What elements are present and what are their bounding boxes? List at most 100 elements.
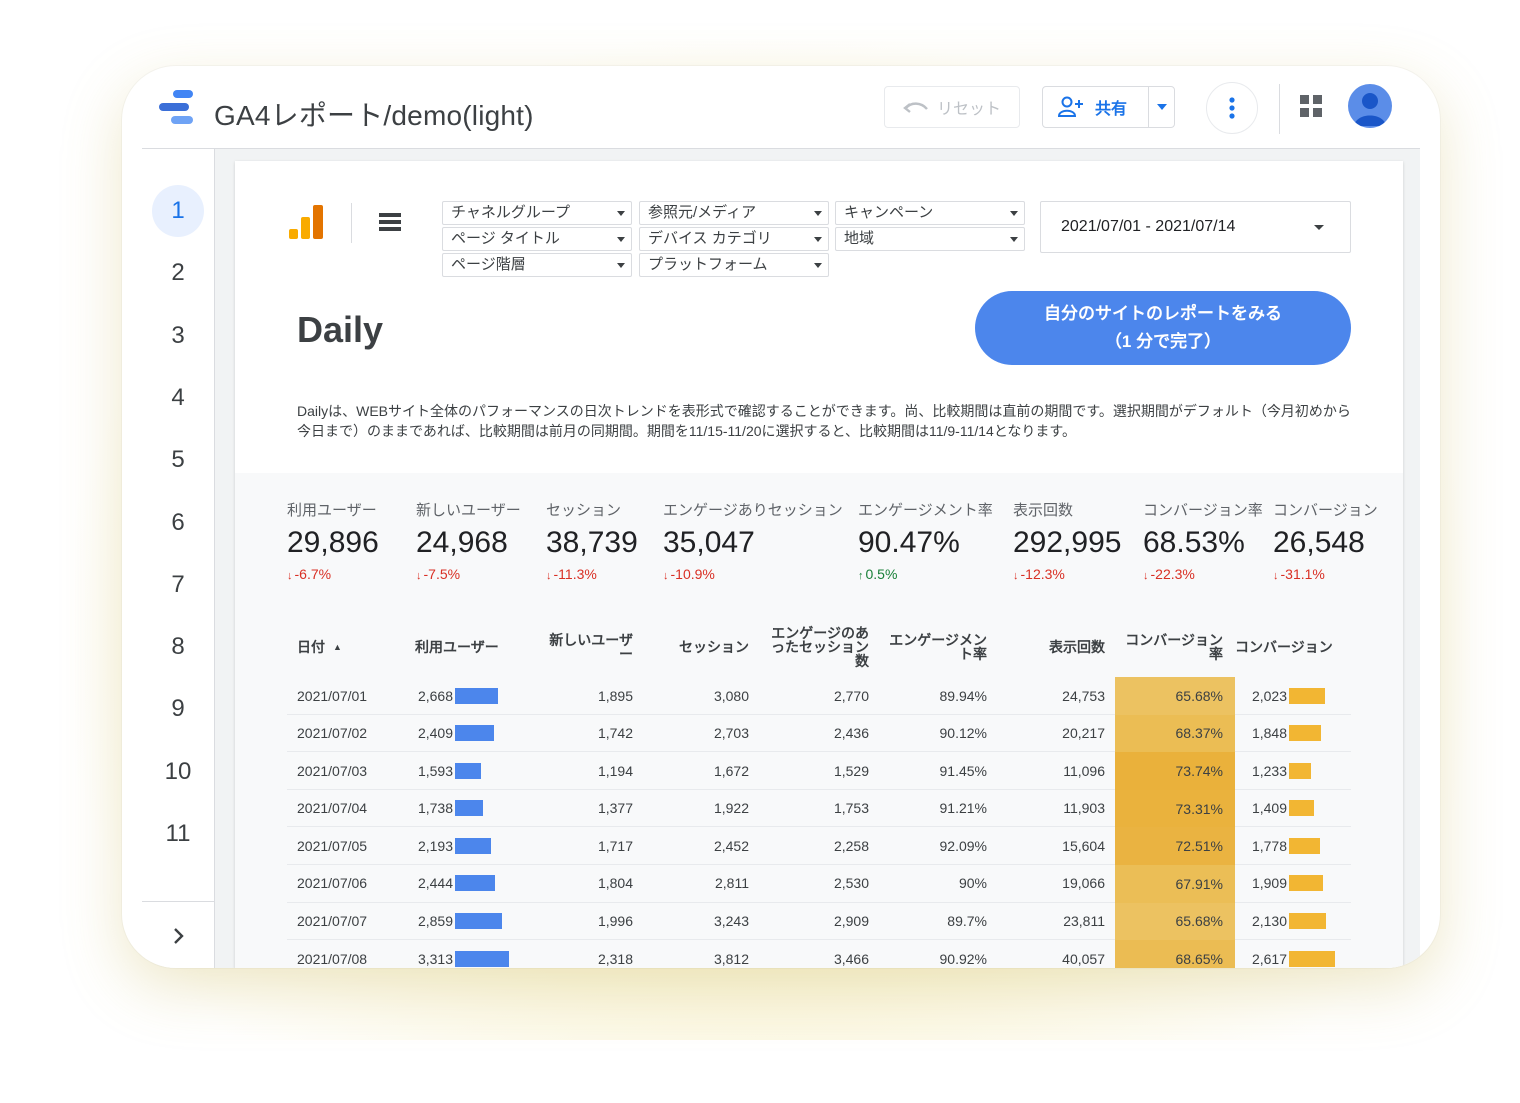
cell-new-users: 1,895 [597, 687, 633, 704]
cell-views: 24,753 [1062, 687, 1105, 704]
table-row: 2021/07/05 2,193 1,717 2,452 2,258 92.09% 15,6… [287, 827, 1351, 865]
kpi-label: 新しいユーザー [416, 502, 521, 519]
chevron-right-icon [174, 928, 184, 944]
cell-users: 2,444 [415, 865, 535, 902]
cell-date: 2021/07/01 [297, 687, 368, 704]
caret-down-icon [1010, 211, 1018, 216]
column-header[interactable]: エンゲージのあったセッション数 [761, 617, 869, 677]
filter-dropdown[interactable]: キャンペーン [835, 201, 1025, 225]
more-options-button[interactable] [1206, 82, 1258, 134]
column-header[interactable]: 新しいユーザー [537, 617, 633, 677]
page-nav-item-10[interactable]: 10 [152, 746, 204, 798]
kpi-delta: ↓ -12.3% [1013, 566, 1121, 582]
arrow-up-icon: ↑ [858, 570, 864, 582]
kpi-value: 26,548 [1273, 526, 1365, 559]
column-header[interactable]: 利用ユーザー [415, 617, 535, 677]
kpi-scorecard: 表示回数 292,995 ↓ -12.3% [1013, 499, 1121, 582]
apps-grid-icon[interactable] [1300, 95, 1322, 117]
page-nav-item-11[interactable]: 11 [152, 808, 204, 860]
kpi-value: 90.47% [858, 526, 960, 559]
filter-dropdown[interactable]: デバイス カテゴリ [639, 227, 829, 251]
cell-users-value: 3,313 [417, 950, 453, 967]
filter-dropdown[interactable]: ページ階層 [442, 253, 632, 277]
users-bar [455, 875, 495, 892]
cell-conversions: 1,409 [1249, 790, 1359, 827]
cell-new-users: 1,996 [597, 913, 633, 930]
page-nav-item-8[interactable]: 8 [152, 621, 204, 673]
kpi-delta: ↓ -11.3% [546, 566, 638, 582]
cell-sessions: 3,812 [713, 950, 749, 967]
kpi-scorecard: セッション 38,739 ↓ -11.3% [546, 499, 638, 582]
cell-engagement-rate: 90.12% [939, 725, 987, 742]
cell-views: 23,811 [1063, 913, 1105, 930]
page-nav-item-2[interactable]: 2 [152, 247, 204, 299]
filter-dropdown[interactable]: 地域 [835, 227, 1025, 251]
arrow-down-icon: ↓ [1273, 570, 1279, 582]
cell-date: 2021/07/05 [297, 837, 368, 854]
table-row: 2021/07/06 2,444 1,804 2,811 2,530 90% 19,066 6… [287, 864, 1351, 903]
cell-users-value: 2,668 [417, 687, 453, 704]
kpi-scorecard: 利用ユーザー 29,896 ↓ -6.7% [287, 499, 379, 582]
reset-button[interactable]: リセット [884, 86, 1020, 128]
users-bar [455, 725, 495, 742]
kpi-value: 292,995 [1013, 526, 1122, 559]
page-nav-item-9[interactable]: 9 [152, 683, 204, 735]
column-header[interactable]: コンバージョン [1235, 617, 1351, 677]
expand-page-nav-button[interactable] [168, 921, 190, 951]
share-button[interactable]: 共有 [1043, 87, 1148, 127]
cell-conversions: 2,023 [1249, 677, 1359, 714]
column-header[interactable]: コンバージョン率 [1115, 617, 1223, 677]
share-label: 共有 [1095, 101, 1128, 118]
cell-conversions-value: 2,130 [1251, 913, 1287, 930]
column-header[interactable]: エンゲージメント率 [877, 617, 987, 677]
column-header[interactable]: 表示回数 [997, 617, 1105, 677]
cell-conversion-rate: 68.65% [1115, 940, 1235, 968]
page-nav-item-6[interactable]: 6 [152, 497, 204, 549]
cell-users: 1,593 [415, 752, 535, 789]
cell-views: 40,057 [1062, 950, 1105, 967]
kpi-delta-value: -7.5% [423, 566, 461, 582]
menu-icon[interactable] [379, 213, 401, 231]
page-nav-item-3[interactable]: 3 [152, 310, 204, 362]
cell-conversion-rate: 73.31% [1115, 789, 1235, 828]
cell-conversions: 2,617 [1249, 940, 1359, 968]
logo-divider [351, 203, 352, 243]
page-nav-item-4[interactable]: 4 [152, 372, 204, 424]
page-nav-item-1[interactable]: 1 [152, 185, 204, 237]
cell-conversions-value: 2,617 [1251, 950, 1287, 967]
kpi-delta: ↓ -10.9% [663, 566, 843, 582]
page-nav-item-7[interactable]: 7 [152, 559, 204, 611]
cell-views: 15,604 [1062, 837, 1105, 854]
column-header-label: コンバージョン率 [1125, 632, 1223, 662]
cell-engaged-sessions: 2,258 [833, 837, 869, 854]
filter-dropdown[interactable]: プラットフォーム [639, 253, 829, 277]
cell-new-users: 1,717 [597, 837, 633, 854]
user-avatar[interactable] [1348, 84, 1392, 128]
filter-dropdown[interactable]: チャネルグループ [442, 201, 632, 225]
column-header[interactable]: セッション [643, 617, 749, 677]
kpi-value: 24,968 [416, 526, 508, 559]
kpi-delta-value: -6.7% [294, 566, 332, 582]
date-range-picker[interactable]: 2021/07/01 - 2021/07/14 [1040, 201, 1351, 253]
kpi-delta: ↓ -6.7% [287, 566, 379, 582]
filter-dropdown[interactable]: ページ タイトル [442, 227, 632, 251]
cell-views: 11,903 [1063, 800, 1105, 817]
filter-label: キャンペーン [844, 204, 934, 221]
filter-dropdown[interactable]: 参照元/メディア [639, 201, 829, 225]
page-nav-item-5[interactable]: 5 [152, 434, 204, 486]
header-divider [1279, 84, 1280, 134]
page-nav-divider [142, 901, 215, 902]
caret-down-icon [814, 211, 822, 216]
users-bar [455, 800, 484, 817]
conversions-bar [1289, 725, 1322, 742]
column-header[interactable]: 日付 ▲ [297, 617, 397, 677]
view-my-report-button[interactable]: 自分のサイトのレポートをみる （1 分で完了） [975, 291, 1351, 365]
share-dropdown-button[interactable] [1148, 87, 1174, 127]
cell-views: 11,096 [1063, 762, 1105, 779]
cell-engagement-rate: 90.92% [939, 950, 987, 967]
caret-down-icon [814, 237, 822, 242]
kpi-label: 利用ユーザー [287, 502, 377, 519]
column-header-label: セッション [679, 639, 749, 655]
cell-conversions: 1,778 [1249, 827, 1359, 864]
column-header-label: 日付 [297, 639, 325, 655]
